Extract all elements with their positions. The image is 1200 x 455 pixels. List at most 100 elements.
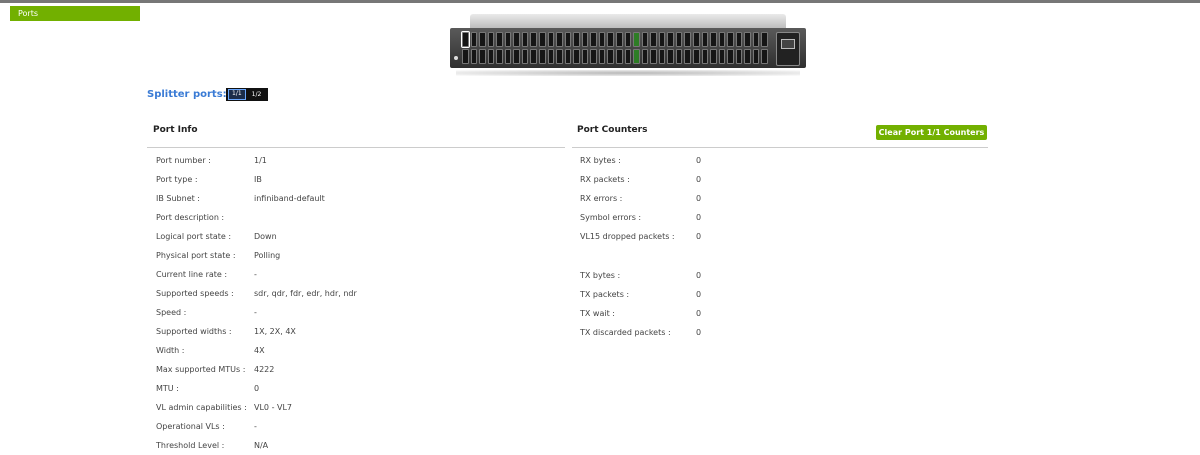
splitter-port-1-1[interactable]: 1/1	[228, 89, 246, 100]
switch-port[interactable]	[607, 32, 614, 47]
switch-port[interactable]	[658, 49, 666, 64]
switch-port[interactable]	[504, 32, 512, 47]
switch-port[interactable]	[641, 49, 649, 64]
switch-port[interactable]	[624, 32, 632, 47]
switch-port[interactable]	[752, 49, 760, 64]
switch-port[interactable]	[538, 32, 546, 47]
switch-port[interactable]	[735, 32, 743, 47]
switch-port[interactable]	[615, 32, 623, 47]
switch-port[interactable]	[461, 31, 470, 48]
switch-port[interactable]	[692, 32, 700, 47]
switch-port[interactable]	[496, 32, 503, 47]
port-info-value: sdr, qdr, fdr, edr, hdr, ndr	[254, 289, 357, 298]
switch-port[interactable]	[538, 49, 546, 64]
switch-port[interactable]	[530, 32, 537, 47]
port-info-row: Current line rate : -	[156, 270, 257, 279]
switch-port[interactable]	[521, 49, 529, 64]
ports-tab[interactable]: Ports	[10, 6, 140, 21]
switch-port[interactable]	[701, 32, 709, 47]
switch-port[interactable]	[710, 49, 717, 64]
switch-port[interactable]	[547, 32, 555, 47]
counter-row: TX wait : 0	[580, 309, 701, 318]
switch-port[interactable]	[598, 32, 606, 47]
switch-port[interactable]	[624, 49, 632, 64]
switch-port[interactable]	[590, 32, 597, 47]
switch-port[interactable]	[650, 32, 657, 47]
switch-port[interactable]	[479, 49, 486, 64]
port-info-key: VL admin capabilities :	[156, 403, 247, 412]
switch-port[interactable]	[658, 32, 666, 47]
switch-port[interactable]	[462, 49, 469, 64]
switch-port[interactable]	[761, 32, 768, 47]
switch-port[interactable]	[727, 32, 734, 47]
switch-port[interactable]	[590, 49, 597, 64]
switch-port[interactable]	[718, 49, 726, 64]
switch-port[interactable]	[744, 49, 751, 64]
switch-port[interactable]	[633, 32, 640, 47]
port-info-key: Port number :	[156, 156, 211, 165]
switch-port[interactable]	[692, 49, 700, 64]
counter-row: TX discarded packets : 0	[580, 328, 701, 337]
switch-port[interactable]	[487, 49, 495, 64]
switch-port[interactable]	[479, 32, 486, 47]
switch-port[interactable]	[684, 49, 691, 64]
switch-port[interactable]	[701, 49, 709, 64]
switch-port[interactable]	[710, 32, 717, 47]
switch-port[interactable]	[615, 49, 623, 64]
counter-value: 0	[696, 175, 702, 184]
switch-port[interactable]	[607, 49, 614, 64]
switch-port[interactable]	[598, 49, 606, 64]
switch-port[interactable]	[547, 49, 555, 64]
switch-port[interactable]	[487, 32, 495, 47]
counter-value: 0	[696, 328, 702, 337]
switch-port[interactable]	[573, 32, 580, 47]
switch-port[interactable]	[470, 32, 478, 47]
port-info-row: Supported speeds : sdr, qdr, fdr, edr, hd…	[156, 289, 357, 298]
switch-port[interactable]	[530, 49, 537, 64]
switch-port[interactable]	[641, 32, 649, 47]
switch-port[interactable]	[667, 32, 674, 47]
counter-key: RX bytes :	[580, 156, 621, 165]
switch-port[interactable]	[761, 49, 768, 64]
counter-value: 0	[696, 156, 702, 165]
port-info-value: IB	[254, 175, 262, 184]
switch-port[interactable]	[752, 32, 760, 47]
switch-port[interactable]	[564, 49, 572, 64]
switch-port[interactable]	[573, 49, 580, 64]
clear-port-counters-button[interactable]: Clear Port 1/1 Counters	[876, 125, 987, 140]
port-info-row: Max supported MTUs : 4222	[156, 365, 274, 374]
switch-port[interactable]	[684, 32, 691, 47]
switch-port[interactable]	[581, 32, 589, 47]
counter-row: TX packets : 0	[580, 290, 701, 299]
switch-port[interactable]	[675, 32, 683, 47]
switch-port[interactable]	[521, 32, 529, 47]
switch-port[interactable]	[718, 32, 726, 47]
port-info-value: Polling	[254, 251, 281, 260]
switch-port[interactable]	[727, 49, 734, 64]
switch-port[interactable]	[513, 49, 520, 64]
switch-port[interactable]	[675, 49, 683, 64]
switch-port[interactable]	[744, 32, 751, 47]
switch-port[interactable]	[633, 49, 640, 64]
counter-value: 0	[696, 290, 702, 299]
switch-port[interactable]	[556, 32, 563, 47]
counter-row: RX packets : 0	[580, 175, 701, 184]
port-info-key: Operational VLs :	[156, 422, 225, 431]
port-info-row: Logical port state : Down	[156, 232, 277, 241]
switch-port[interactable]	[564, 32, 572, 47]
counter-key: TX discarded packets :	[580, 328, 671, 337]
switch-port[interactable]	[556, 49, 563, 64]
switch-port[interactable]	[581, 49, 589, 64]
switch-port[interactable]	[667, 49, 674, 64]
switch-port[interactable]	[470, 49, 478, 64]
management-port-icon	[776, 32, 800, 66]
splitter-port-1-2[interactable]: 1/2	[249, 90, 265, 99]
counter-row: RX errors : 0	[580, 194, 701, 203]
switch-port[interactable]	[650, 49, 657, 64]
port-info-value: N/A	[254, 441, 269, 450]
switch-port[interactable]	[504, 49, 512, 64]
switch-port[interactable]	[496, 49, 503, 64]
switch-port[interactable]	[513, 32, 520, 47]
switch-port[interactable]	[735, 49, 743, 64]
port-info-key: Port type :	[156, 175, 198, 184]
